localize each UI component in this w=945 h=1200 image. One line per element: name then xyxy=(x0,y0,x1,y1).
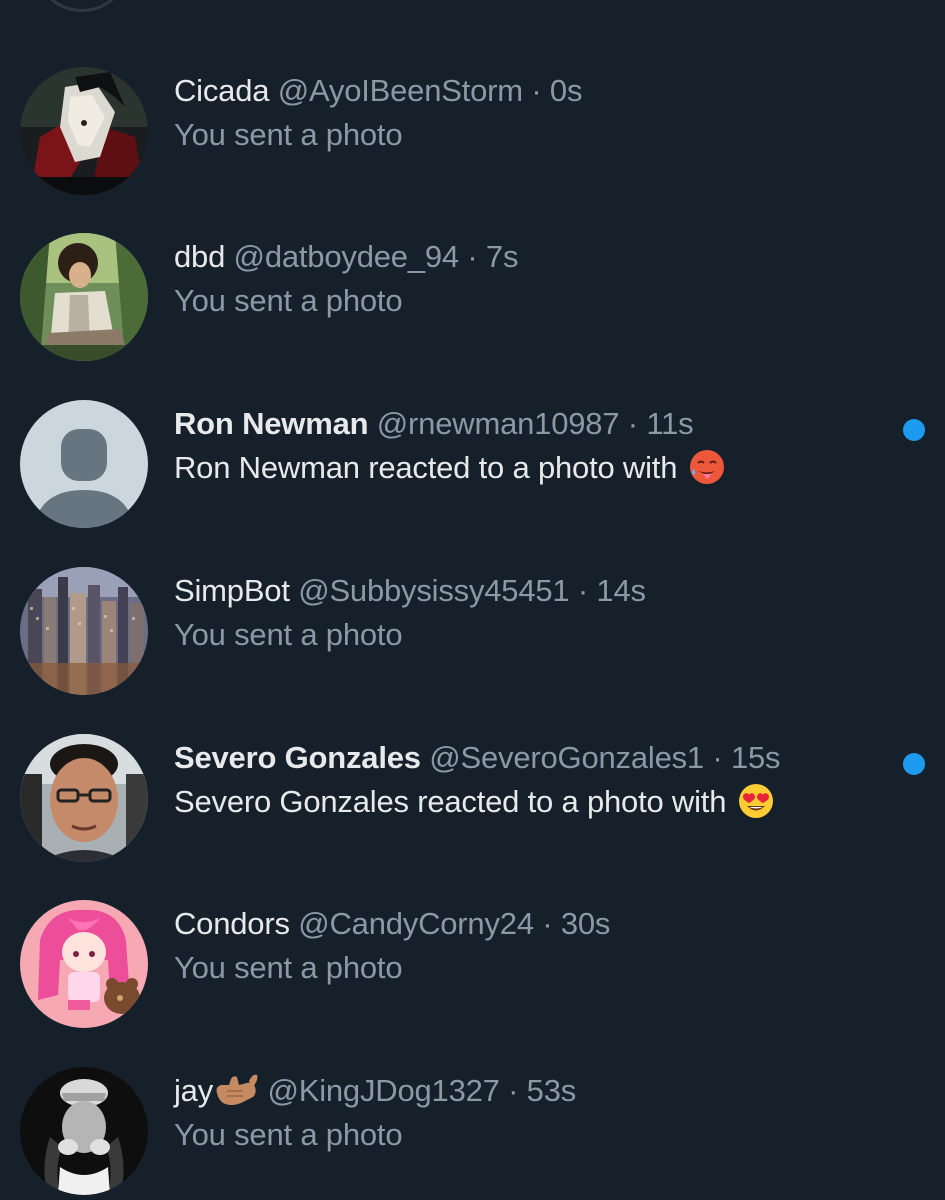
message-preview: You sent a photo xyxy=(174,1117,403,1152)
username-handle: @Subbysissy45451 xyxy=(298,573,570,608)
separator: · xyxy=(531,73,542,108)
display-name: Ron Newman xyxy=(174,406,369,441)
timestamp: 53s xyxy=(526,1073,577,1108)
separator: · xyxy=(508,1073,519,1108)
username-handle: @rnewman10987 xyxy=(376,406,620,441)
conversation-row[interactable]: Condors @CandyCorny24 · 30s You sent a p… xyxy=(0,900,945,1066)
display-name: SimpBot xyxy=(174,573,290,608)
hot-face-emoji-icon xyxy=(687,447,727,487)
separator: · xyxy=(627,406,638,441)
conversation-header: Cicada @AyoIBeenStorm · 0s xyxy=(174,71,865,111)
username-handle: @KingJDog1327 xyxy=(267,1073,500,1108)
conversation-text: Ron Newman @rnewman10987 · 11s Ron Newma… xyxy=(174,404,865,488)
unread-indicator xyxy=(903,753,925,775)
man-glasses-avatar-icon xyxy=(20,734,148,862)
display-name: Severo Gonzales xyxy=(174,740,421,775)
username-handle: @AyoIBeenStorm xyxy=(277,73,523,108)
bw-person-avatar-icon xyxy=(20,1067,148,1195)
conversation-header: Severo Gonzales @SeveroGonzales1 · 15s xyxy=(174,738,865,778)
heart-eyes-emoji-icon xyxy=(736,781,776,821)
display-name: Condors xyxy=(174,906,290,941)
message-preview: You sent a photo xyxy=(174,950,403,985)
message-preview: You sent a photo xyxy=(174,617,403,652)
unread-indicator xyxy=(903,419,925,441)
anime-samurai-avatar-icon xyxy=(20,233,148,361)
avatar[interactable] xyxy=(20,1067,148,1195)
conversation-row[interactable]: dbd @datboydee_94 · 7s You sent a photo xyxy=(0,233,945,399)
display-name: jay xyxy=(174,1073,214,1108)
message-preview: You sent a photo xyxy=(174,283,403,318)
username-handle: @SeveroGonzales1 xyxy=(429,740,704,775)
message-preview-row: Severo Gonzales reacted to a photo with xyxy=(174,782,865,822)
separator: · xyxy=(577,573,588,608)
conversation-header: SimpBot @Subbysissy45451 · 14s xyxy=(174,571,865,611)
avatar[interactable] xyxy=(20,900,148,1028)
pink-anime-girl-avatar-icon xyxy=(20,900,148,1028)
message-preview: Ron Newman reacted to a photo with xyxy=(174,450,678,485)
conversation-row[interactable]: SimpBot @Subbysissy45451 · 14s You sent … xyxy=(0,567,945,733)
separator: · xyxy=(542,906,553,941)
city-skyline-avatar-icon xyxy=(20,567,148,695)
display-name: dbd xyxy=(174,239,226,274)
conversation-row[interactable]: Severo Gonzales @SeveroGonzales1 · 15s S… xyxy=(0,734,945,900)
timestamp: 30s xyxy=(560,906,611,941)
timestamp: 14s xyxy=(596,573,646,608)
conversation-header: jay @KingJDog1327 · 53s xyxy=(174,1071,865,1111)
conversation-text: Severo Gonzales @SeveroGonzales1 · 15s S… xyxy=(174,738,865,822)
message-preview: Severo Gonzales reacted to a photo with xyxy=(174,784,727,819)
conversation-text: Condors @CandyCorny24 · 30s You sent a p… xyxy=(174,904,865,988)
conversation-header: dbd @datboydee_94 · 7s xyxy=(174,237,865,277)
conversation-text: jay @KingJDog1327 · 53s You sent a photo xyxy=(174,1071,865,1155)
display-name: Cicada xyxy=(174,73,270,108)
default-profile-avatar-icon xyxy=(20,400,148,528)
timestamp: 7s xyxy=(485,239,519,274)
username-handle: @datboydee_94 xyxy=(233,239,460,274)
dark-anime-avatar-icon xyxy=(20,67,148,195)
conversation-text: Cicada @AyoIBeenStorm · 0s You sent a ph… xyxy=(174,71,865,155)
timestamp: 15s xyxy=(730,740,781,775)
separator: · xyxy=(467,239,478,274)
conversation-row[interactable]: Ron Newman @rnewman10987 · 11s Ron Newma… xyxy=(0,400,945,566)
conversation-row[interactable]: Cicada @AyoIBeenStorm · 0s You sent a ph… xyxy=(0,67,945,233)
avatar[interactable] xyxy=(20,734,148,862)
timestamp: 0s xyxy=(549,73,583,108)
avatar[interactable] xyxy=(20,67,148,195)
timestamp: 11s xyxy=(646,406,694,441)
conversation-text: SimpBot @Subbysissy45451 · 14s You sent … xyxy=(174,571,865,655)
separator: · xyxy=(712,740,723,775)
conversation-text: dbd @datboydee_94 · 7s You sent a photo xyxy=(174,237,865,321)
conversation-list: Cicada @AyoIBeenStorm · 0s You sent a ph… xyxy=(0,0,945,1200)
avatar[interactable] xyxy=(20,400,148,528)
conversation-row[interactable]: jay @KingJDog1327 · 53s You sent a photo xyxy=(0,1067,945,1200)
call-me-hand-emoji-icon xyxy=(213,1071,259,1109)
conversation-header: Condors @CandyCorny24 · 30s xyxy=(174,904,865,944)
conversation-header: Ron Newman @rnewman10987 · 11s xyxy=(174,404,865,444)
avatar[interactable] xyxy=(20,233,148,361)
message-preview: You sent a photo xyxy=(174,117,403,152)
message-preview-row: Ron Newman reacted to a photo with xyxy=(174,448,865,488)
username-handle: @CandyCorny24 xyxy=(298,906,534,941)
avatar[interactable] xyxy=(20,567,148,695)
